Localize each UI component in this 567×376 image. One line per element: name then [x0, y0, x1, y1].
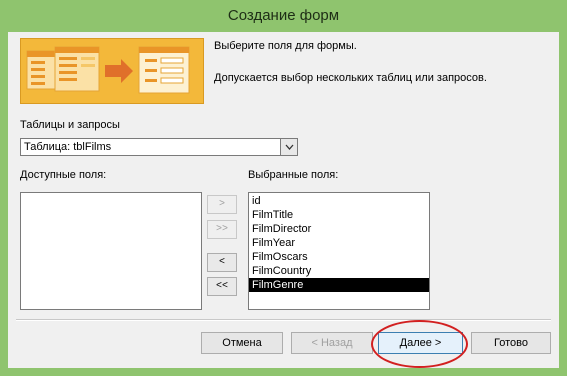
remove-one-button[interactable]: < [207, 253, 237, 272]
chevron-down-icon[interactable] [280, 139, 297, 155]
selected-fields-label: Выбранные поля: [248, 169, 339, 181]
intro-text-primary: Выберите поля для формы. [214, 40, 357, 52]
intro-text-secondary: Допускается выбор нескольких таблиц или … [214, 72, 487, 84]
source-combobox[interactable]: Таблица: tblFilms [20, 138, 298, 156]
list-item-selected[interactable]: FilmGenre [249, 278, 429, 292]
form-wizard-illustration [20, 38, 204, 104]
cancel-button[interactable]: Отмена [201, 332, 283, 354]
list-item[interactable]: FilmTitle [249, 208, 429, 222]
selected-fields-list[interactable]: id FilmTitle FilmDirector FilmYear FilmO… [248, 192, 430, 310]
add-one-button[interactable]: > [207, 195, 237, 214]
add-all-button[interactable]: >> [207, 220, 237, 239]
list-item[interactable]: id [249, 194, 429, 208]
list-item[interactable]: FilmYear [249, 236, 429, 250]
remove-all-button[interactable]: << [207, 277, 237, 296]
finish-button[interactable]: Готово [471, 332, 551, 354]
list-item[interactable]: FilmDirector [249, 222, 429, 236]
list-item[interactable]: FilmCountry [249, 264, 429, 278]
back-button[interactable]: < Назад [291, 332, 373, 354]
footer-divider [16, 319, 551, 321]
list-item[interactable]: FilmOscars [249, 250, 429, 264]
available-fields-label: Доступные поля: [20, 169, 107, 181]
window-title: Создание форм [227, 7, 340, 24]
source-label: Таблицы и запросы [20, 119, 120, 131]
source-combobox-value: Таблица: tblFilms [24, 141, 112, 153]
wizard-window: Создание форм Выберите поля для формы. Д… [0, 0, 567, 376]
next-button[interactable]: Далее > [378, 332, 463, 354]
available-fields-list[interactable] [20, 192, 202, 310]
wizard-client-area: Выберите поля для формы. Допускается выб… [8, 32, 559, 368]
